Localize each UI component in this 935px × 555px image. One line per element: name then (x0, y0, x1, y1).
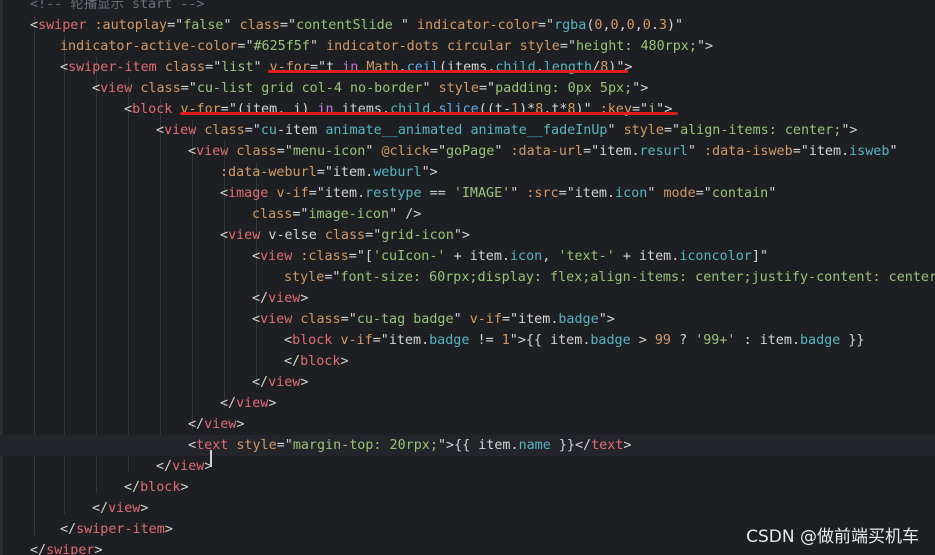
code-line[interactable]: <block v-for="(item, i) in items.child.s… (0, 99, 935, 120)
code-line[interactable]: </view> (0, 288, 935, 309)
code-line[interactable]: <view class="cu-list grid col-4 no-borde… (0, 78, 935, 99)
code-line-text: </view> (188, 417, 245, 432)
code-line[interactable]: <swiper-item class="list" v-for="t in Ma… (0, 57, 935, 78)
code-line[interactable]: </view> (0, 498, 935, 519)
code-line-text: <view class="cu-list grid col-4 no-borde… (92, 81, 649, 96)
code-line-text: <view class="cu-tag badge" v-if="item.ba… (252, 312, 615, 327)
code-line[interactable]: <image v-if="item.restype == 'IMAGE'" :s… (0, 183, 935, 204)
code-line-text: </view> (156, 459, 213, 474)
code-line-text: </view> (252, 291, 309, 306)
code-line[interactable]: class="image-icon" /> (0, 204, 935, 225)
code-line-text: <view class="menu-icon" @click="goPage" … (188, 144, 898, 159)
code-line-text: <image v-if="item.restype == 'IMAGE'" :s… (220, 186, 777, 201)
code-line[interactable]: <view class="cu-tag badge" v-if="item.ba… (0, 309, 935, 330)
code-line[interactable]: </block> (0, 477, 935, 498)
code-line-text: <swiper-item class="list" v-for="t in Ma… (60, 60, 633, 75)
code-line-text: <block v-if="item.badge != 1">{{ item.ba… (284, 333, 865, 348)
code-line[interactable]: <text style="margin-top: 20rpx;">{{ item… (0, 435, 935, 456)
code-line-text: </block> (284, 354, 349, 369)
code-line-text: </swiper> (30, 543, 103, 555)
code-line[interactable]: <view class="cu-item animate__animated a… (0, 120, 935, 141)
annotation-underline (180, 112, 678, 115)
code-line[interactable]: </view> (0, 414, 935, 435)
code-line[interactable]: indicator-active-color="#625f5f" indicat… (0, 36, 935, 57)
code-line-text: <swiper :autoplay="false" class="content… (30, 18, 684, 33)
code-line[interactable]: </view> (0, 393, 935, 414)
code-editor[interactable]: <!-- 轮播显示 start --> <swiper :autoplay="fa… (0, 0, 935, 555)
code-line-text: </swiper-item> (60, 522, 173, 537)
code-line-text: </view> (252, 375, 309, 390)
code-line[interactable]: <view :class="['cuIcon-' + item.icon, 't… (0, 246, 935, 267)
code-line[interactable]: :data-weburl="item.weburl"> (0, 162, 935, 183)
text-cursor (210, 450, 212, 467)
code-line-text: <view :class="['cuIcon-' + item.icon, 't… (252, 249, 768, 264)
code-line-text: :data-weburl="item.weburl"> (220, 165, 438, 180)
code-line-text: <!-- 轮播显示 start --> (30, 0, 205, 12)
code-line-text: indicator-active-color="#625f5f" indicat… (60, 39, 714, 54)
code-line[interactable]: <view class="menu-icon" @click="goPage" … (0, 141, 935, 162)
code-line-text: <view class="cu-item animate__animated a… (156, 123, 858, 138)
code-line-text: <text style="margin-top: 20rpx;">{{ item… (188, 438, 632, 453)
code-line[interactable]: </block> (0, 351, 935, 372)
code-line[interactable]: <block v-if="item.badge != 1">{{ item.ba… (0, 330, 935, 351)
code-line-text: <view v-else class="grid-icon"> (220, 228, 470, 243)
code-line[interactable]: </view> (0, 372, 935, 393)
code-line-text: <block v-for="(item, i) in items.child.s… (124, 102, 673, 117)
code-line-text: class="image-icon" /> (252, 207, 422, 222)
code-line[interactable]: </view> (0, 456, 935, 477)
code-line[interactable]: <swiper :autoplay="false" class="content… (0, 15, 935, 36)
code-line-text: style="font-size: 60rpx;display: flex;al… (284, 270, 935, 285)
code-line[interactable]: <!-- 轮播显示 start --> (0, 0, 935, 15)
code-line-text: </block> (124, 480, 189, 495)
code-line[interactable]: style="font-size: 60rpx;display: flex;al… (0, 267, 935, 288)
code-line-text: </view> (92, 501, 149, 516)
code-line[interactable]: <view v-else class="grid-icon"> (0, 225, 935, 246)
code-line-text: </view> (220, 396, 277, 411)
watermark: CSDN @做前端买机车 (746, 527, 919, 547)
annotation-underline (268, 70, 628, 73)
